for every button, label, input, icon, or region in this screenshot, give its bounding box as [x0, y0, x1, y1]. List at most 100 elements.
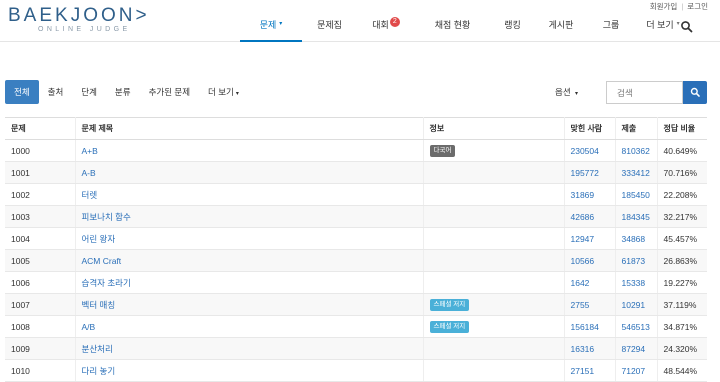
- filter-tab-label: 더 보기: [208, 87, 234, 97]
- problem-table: 문제 문제 제목 정보 맞힌 사람 제출 정답 비율 1000 A+B 다국어 230504 81…: [5, 117, 707, 382]
- problem-title-link[interactable]: 벡터 매칭: [75, 293, 424, 316]
- search-input[interactable]: [606, 81, 683, 104]
- submission-count-link[interactable]: 185450: [615, 183, 658, 206]
- table-row: 1004 어린 왕자 12947 34868 45.457%: [5, 227, 707, 250]
- filter-tab-label: 출처: [47, 87, 64, 97]
- solved-count-link[interactable]: 10566: [564, 249, 616, 272]
- options-label: 옵션: [555, 87, 571, 97]
- table-row: 1001 A-B 195772 333412 70.716%: [5, 161, 707, 184]
- problem-title-link[interactable]: 어린 왕자: [75, 227, 424, 250]
- accept-ratio: 19.227%: [657, 271, 707, 294]
- notification-badge: 2: [389, 17, 400, 27]
- solved-count-link[interactable]: 156184: [564, 315, 616, 338]
- problem-title-link[interactable]: A+B: [75, 139, 424, 162]
- login-link[interactable]: 로그인: [687, 1, 708, 12]
- filter-tab[interactable]: 단계: [72, 80, 106, 104]
- nav-item[interactable]: 랭킹: [490, 12, 535, 42]
- filter-tab[interactable]: 분류: [106, 80, 140, 104]
- filter-tab-label: 전체: [14, 87, 30, 97]
- problem-id: 1008: [5, 315, 76, 338]
- logo-subtitle: ONLINE JUDGE: [38, 26, 131, 33]
- nav-item-label: 문제집: [317, 20, 342, 30]
- filter-tab[interactable]: 추가된 문제: [140, 80, 199, 104]
- submission-count-link[interactable]: 87294: [615, 337, 658, 360]
- filter-tab[interactable]: 더 보기 ▾: [199, 80, 248, 104]
- problem-info: [423, 161, 565, 184]
- table-row: 1009 분산처리 16316 87294 24.320%: [5, 337, 707, 360]
- problem-info: 스페셜 저지: [423, 315, 565, 338]
- nav-item-label: 그룹: [602, 20, 620, 30]
- search-icon[interactable]: [680, 20, 694, 34]
- submission-count-link[interactable]: 810362: [615, 139, 658, 162]
- submission-count-link[interactable]: 333412: [615, 161, 658, 184]
- solved-count-link[interactable]: 195772: [564, 161, 616, 184]
- solved-count-link[interactable]: 1642: [564, 271, 616, 294]
- nav-item[interactable]: 게시판: [535, 12, 587, 42]
- nav-item[interactable]: 그룹: [587, 12, 635, 42]
- nav-item[interactable]: 문제집: [302, 12, 357, 42]
- problem-id: 1005: [5, 249, 76, 272]
- submission-count-link[interactable]: 184345: [615, 205, 658, 228]
- filter-tab[interactable]: 출처: [39, 80, 73, 104]
- problem-title-link[interactable]: 분산처리: [75, 337, 424, 360]
- nav-item[interactable]: 문제 ▾: [240, 12, 302, 42]
- problem-title-link[interactable]: A-B: [75, 161, 424, 184]
- problem-id: 1007: [5, 293, 76, 316]
- submission-count-link[interactable]: 71207: [615, 359, 658, 382]
- info-tag[interactable]: 다국어: [429, 145, 456, 157]
- submission-count-link[interactable]: 546513: [615, 315, 658, 338]
- solved-count-link[interactable]: 230504: [564, 139, 616, 162]
- problem-info: [423, 249, 565, 272]
- problem-title-link[interactable]: A/B: [75, 315, 424, 338]
- info-tag[interactable]: 스페셜 저지: [429, 321, 470, 333]
- logo-wordmark: BAEKJOON>: [8, 5, 150, 26]
- solved-count-link[interactable]: 2755: [564, 293, 616, 316]
- accept-ratio: 24.320%: [657, 337, 707, 360]
- search-icon: [690, 87, 700, 97]
- accept-ratio: 26.863%: [657, 249, 707, 272]
- search-button[interactable]: [683, 81, 707, 104]
- filter-tab[interactable]: 전체: [5, 80, 39, 104]
- solved-count-link[interactable]: 16316: [564, 337, 616, 360]
- logo[interactable]: BAEKJOON> ONLINE JUDGE: [8, 5, 166, 35]
- problem-info: [423, 205, 565, 228]
- solved-count-link[interactable]: 27151: [564, 359, 616, 382]
- solved-count-link[interactable]: 31869: [564, 183, 616, 206]
- nav-item[interactable]: 채점 현황: [415, 12, 490, 42]
- accept-ratio: 70.716%: [657, 161, 707, 184]
- chevron-down-icon: ▾: [279, 21, 283, 27]
- table-row: 1005 ACM Craft 10566 61873 26.863%: [5, 249, 707, 272]
- options-dropdown[interactable]: 옵션 ▾: [555, 80, 578, 104]
- top-links: 회원가입 | 로그인: [650, 0, 708, 12]
- column-header: 정답 비율: [657, 117, 707, 140]
- problem-id: 1004: [5, 227, 76, 250]
- submission-count-link[interactable]: 15338: [615, 271, 658, 294]
- problem-id: 1001: [5, 161, 76, 184]
- problem-title-link[interactable]: 피보나치 함수: [75, 205, 424, 228]
- accept-ratio: 37.119%: [657, 293, 707, 316]
- problem-info: [423, 359, 565, 382]
- problem-info: [423, 271, 565, 294]
- submission-count-link[interactable]: 61873: [615, 249, 658, 272]
- problem-title-link[interactable]: 다리 놓기: [75, 359, 424, 382]
- nav-item-label: 채점 현황: [434, 20, 471, 30]
- column-header: 맞힌 사람: [564, 117, 616, 140]
- problem-title-link[interactable]: ACM Craft: [75, 249, 424, 272]
- solved-count-link[interactable]: 42686: [564, 205, 616, 228]
- problem-title-link[interactable]: 터렛: [75, 183, 424, 206]
- problem-title-link[interactable]: 습격자 초라기: [75, 271, 424, 294]
- problem-info: [423, 183, 565, 206]
- table-row: 1006 습격자 초라기 1642 15338 19.227%: [5, 271, 707, 294]
- info-tag[interactable]: 스페셜 저지: [429, 299, 470, 311]
- table-header: 문제 문제 제목 정보 맞힌 사람 제출 정답 비율: [5, 117, 707, 140]
- solved-count-link[interactable]: 12947: [564, 227, 616, 250]
- nav-item[interactable]: 대회 2: [357, 12, 415, 42]
- problem-filters: 전체 출처 단계 분류 추가된 문제 더 보기 ▾: [5, 80, 248, 104]
- submission-count-link[interactable]: 34868: [615, 227, 658, 250]
- column-header: 문제: [5, 117, 76, 140]
- accept-ratio: 34.871%: [657, 315, 707, 338]
- table-row: 1008 A/B 스페셜 저지 156184 546513 34.871%: [5, 315, 707, 338]
- problem-id: 1000: [5, 139, 76, 162]
- submission-count-link[interactable]: 10291: [615, 293, 658, 316]
- signup-link[interactable]: 회원가입: [650, 1, 678, 12]
